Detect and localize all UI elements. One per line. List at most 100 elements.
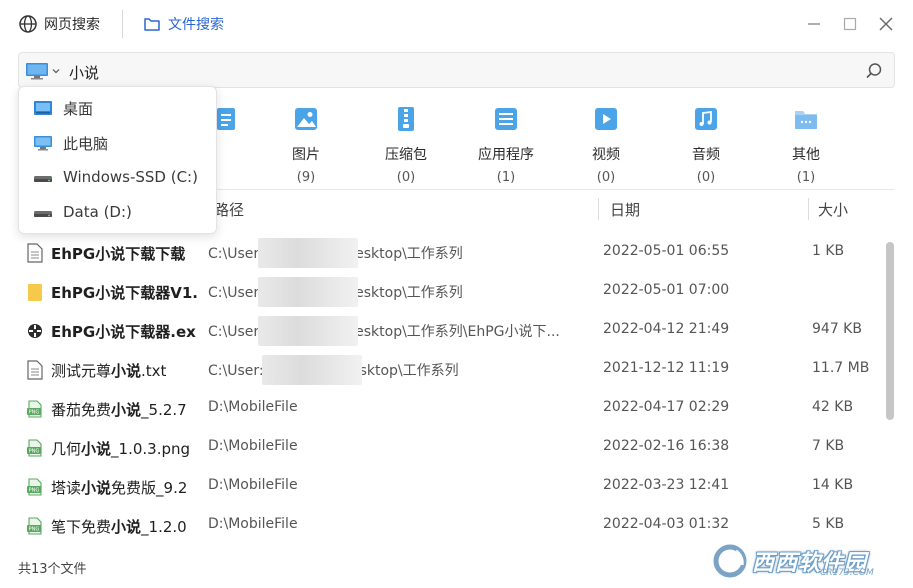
close-button[interactable] xyxy=(872,10,900,38)
png-icon: PNG xyxy=(27,517,42,535)
svg-text:PNG: PNG xyxy=(29,488,40,494)
file-name-suffix: 下载下载 xyxy=(125,245,186,263)
category-app[interactable]: 应用程序 (1) xyxy=(466,98,546,188)
search-icon[interactable] xyxy=(864,61,884,81)
category-label: 音频 xyxy=(692,147,720,163)
column-header-path[interactable]: 路径 xyxy=(214,199,244,220)
file-name-prefix: 几何 xyxy=(51,440,82,458)
category-video[interactable]: 视频 (0) xyxy=(566,98,646,188)
title-bar: 网页搜索 文件搜索 xyxy=(0,0,913,48)
file-name-prefix: 塔读 xyxy=(51,479,82,497)
zip-icon xyxy=(398,107,414,131)
watermark-sub: CR173.COM xyxy=(820,568,874,578)
svg-text:PNG: PNG xyxy=(29,410,40,416)
column-resize-handle[interactable] xyxy=(598,198,599,220)
file-name-prefix: EhPG xyxy=(51,323,96,341)
category-label: 图片 xyxy=(292,147,320,163)
music-icon xyxy=(695,108,717,130)
file-size: 42 KB xyxy=(812,399,854,415)
file-name-prefix: 测试元尊 xyxy=(51,362,112,380)
scope-item-label: Windows-SSD (C:) xyxy=(63,168,198,186)
column-header-size[interactable]: 大小 xyxy=(818,199,848,220)
scrollbar-thumb[interactable] xyxy=(886,242,894,420)
file-name-suffix: 下载器V1. xyxy=(125,284,198,302)
file-path: D:\MobileFile xyxy=(208,516,298,532)
scope-item-drive-c[interactable]: Windows-SSD (C:) xyxy=(19,160,216,195)
drive-icon xyxy=(34,211,52,217)
file-name: 番茄免费小说_5.2.7 xyxy=(51,399,201,420)
file-name-prefix: EhPG xyxy=(51,284,96,302)
file-name-highlight: 小说 xyxy=(111,401,142,419)
search-scope-menu: 桌面 此电脑 Windows-SSD (C:) Data (D:) xyxy=(18,86,217,234)
search-scope-button[interactable] xyxy=(25,59,67,83)
category-music[interactable]: 音频 (0) xyxy=(666,98,746,188)
scope-item-label: Data (D:) xyxy=(63,203,132,221)
table-row[interactable]: PNG 塔读小说免费版_9.2 D:\MobileFile 2022-03-23… xyxy=(18,468,888,506)
file-size: 11.7 MB xyxy=(812,360,870,376)
file-date: 2021-12-12 11:19 xyxy=(603,360,730,376)
scope-item-this-pc[interactable]: 此电脑 xyxy=(19,125,216,160)
file-name-prefix: 番茄免费 xyxy=(51,401,112,419)
category-count: (1) xyxy=(496,170,516,185)
column-resize-handle[interactable] xyxy=(808,198,809,220)
file-name-prefix: 笔下免费 xyxy=(51,518,112,536)
file-path: D:\MobileFile xyxy=(208,438,298,454)
scope-item-desktop[interactable]: 桌面 xyxy=(19,90,216,125)
category-count: (0) xyxy=(696,170,716,185)
table-row[interactable]: PNG 几何小说_1.0.3.png D:\MobileFile 2022-02… xyxy=(18,429,888,467)
file-path: D:\MobileFile xyxy=(208,399,298,415)
category-zip[interactable]: 压缩包 (0) xyxy=(366,98,446,188)
maximize-button[interactable] xyxy=(836,10,864,38)
file-search-tab[interactable]: 文件搜索 xyxy=(142,10,224,38)
png-icon: PNG xyxy=(27,478,42,496)
category-count: (9) xyxy=(296,170,316,185)
close-icon xyxy=(879,17,893,31)
search-box[interactable]: 小说 xyxy=(18,52,895,88)
video-icon xyxy=(595,108,617,130)
exe-icon xyxy=(28,324,42,338)
file-date: 2022-04-17 02:29 xyxy=(603,399,730,415)
path-start: C:\User xyxy=(208,246,260,262)
minimize-button[interactable] xyxy=(800,10,828,38)
path-start: C:\User xyxy=(208,324,260,340)
folder-icon xyxy=(28,284,42,301)
category-other[interactable]: 其他 (1) xyxy=(766,98,846,188)
table-row[interactable]: EhPG小说下载器.ex C:\User esktop\工作系列\EhPG小说下.… xyxy=(18,312,888,350)
scrollbar[interactable] xyxy=(886,234,894,534)
file-name-suffix: 免费版_9.2 xyxy=(111,479,188,497)
file-name-highlight: 小说 xyxy=(111,518,142,536)
other-icon xyxy=(795,111,817,129)
category-image[interactable]: 图片 (9) xyxy=(266,98,346,188)
category-label: 其他 xyxy=(792,147,820,163)
table-row[interactable]: EhPG小说下载器V1. C:\User esktop\工作系列 2022-05-… xyxy=(18,273,888,311)
table-row[interactable]: PNG 笔下免费小说_1.2.0 D:\MobileFile 2022-04-0… xyxy=(18,507,888,544)
file-search-icon xyxy=(144,18,160,31)
web-search-tab[interactable]: 网页搜索 xyxy=(18,10,100,38)
file-date: 2022-04-12 21:49 xyxy=(603,321,730,337)
file-name-highlight: 小说 xyxy=(81,479,112,497)
file-date: 2022-03-23 12:41 xyxy=(603,477,730,493)
table-row[interactable]: EhPG小说下载下载 C:\User esktop\工作系列 2022-05-01… xyxy=(18,234,888,272)
file-name: EhPG小说下载器V1. xyxy=(51,282,201,303)
file-name-prefix: EhPG xyxy=(51,245,96,263)
chevron-down-icon xyxy=(52,69,60,74)
table-row[interactable]: PNG 番茄免费小说_5.2.7 D:\MobileFile 2022-04-1… xyxy=(18,390,888,428)
scope-item-label: 此电脑 xyxy=(63,135,109,153)
file-name: 几何小说_1.0.3.png xyxy=(51,438,201,459)
table-row[interactable]: 测试元尊小说.txt C:\User: sktop\工作系列 2021-12-12… xyxy=(18,351,888,389)
file-size: 7 KB xyxy=(812,438,845,454)
path-end: esktop\工作系列\EhPG小说下... xyxy=(355,324,560,340)
column-header-date[interactable]: 日期 xyxy=(610,199,640,220)
scope-item-drive-d[interactable]: Data (D:) xyxy=(19,195,216,230)
computer-icon xyxy=(34,136,52,151)
file-name: 笔下免费小说_1.2.0 xyxy=(51,516,201,537)
redacted-path xyxy=(262,355,362,385)
minimize-icon xyxy=(808,23,820,25)
file-name-highlight: 小说 xyxy=(111,362,142,380)
search-input[interactable]: 小说 xyxy=(69,62,99,83)
file-size: 5 KB xyxy=(812,516,845,532)
file-name-highlight: 小说 xyxy=(95,245,126,263)
file-name: 塔读小说免费版_9.2 xyxy=(51,477,201,498)
maximize-icon xyxy=(843,17,857,31)
category-label: 应用程序 xyxy=(478,147,534,163)
